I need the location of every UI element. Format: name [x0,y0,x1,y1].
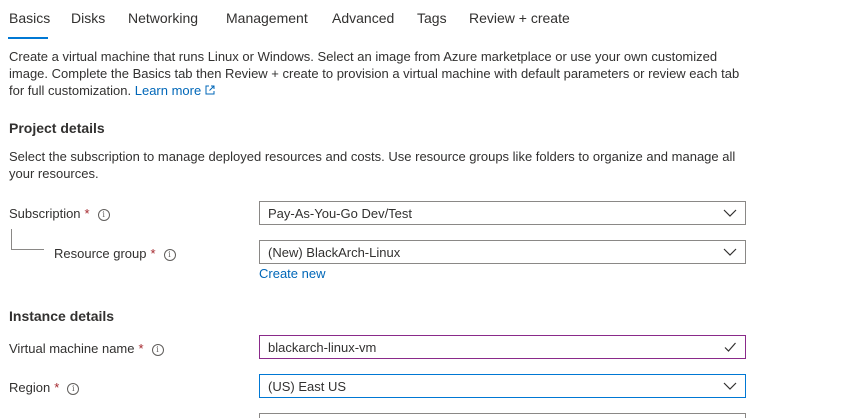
vm-name-value: blackarch-linux-vm [268,340,377,355]
project-details-title: Project details [9,120,105,136]
tab-management[interactable]: Management [226,10,308,26]
region-dropdown[interactable]: (US) East US [259,374,746,398]
chevron-down-icon [723,209,737,217]
resource-group-value: (New) BlackArch-Linux [268,245,401,260]
project-details-description: Select the subscription to manage deploy… [9,149,736,181]
tab-basics[interactable]: Basics [9,10,50,26]
resource-group-label: Resource group * i [54,246,176,261]
subscription-dropdown[interactable]: Pay-As-You-Go Dev/Test [259,201,746,225]
required-asterisk: * [138,341,144,356]
learn-more-link[interactable]: Learn more [135,83,215,98]
required-asterisk: * [54,380,60,395]
intro-text: Create a virtual machine that runs Linux… [9,49,740,98]
tab-disks[interactable]: Disks [71,10,105,26]
tab-advanced[interactable]: Advanced [332,10,394,26]
tab-tags[interactable]: Tags [417,10,447,26]
tree-connector-horizontal [11,249,44,250]
info-icon[interactable]: i [151,344,164,356]
tab-review-create[interactable]: Review + create [469,10,570,26]
next-field-partial[interactable] [259,413,746,418]
info-icon[interactable]: i [163,249,176,261]
active-tab-indicator [8,37,48,39]
required-asterisk: * [150,246,156,261]
intro-paragraph: Create a virtual machine that runs Linux… [9,48,749,99]
resource-group-dropdown[interactable]: (New) BlackArch-Linux [259,240,746,264]
subscription-label: Subscription * i [9,206,110,221]
vm-name-label: Virtual machine name * i [9,341,164,356]
region-label: Region * i [9,380,80,395]
tab-networking[interactable]: Networking [128,10,198,26]
subscription-value: Pay-As-You-Go Dev/Test [268,206,413,221]
required-asterisk: * [84,206,90,221]
tab-bar: Basics Disks Networking Management Advan… [0,0,849,40]
info-icon[interactable]: i [67,383,80,395]
create-new-link[interactable]: Create new [259,266,325,281]
external-link-icon [205,85,215,95]
chevron-down-icon [723,248,737,256]
checkmark-icon [724,342,736,352]
chevron-down-icon [723,382,737,390]
vm-name-input[interactable]: blackarch-linux-vm [259,335,746,359]
tree-connector-vertical [11,229,12,249]
region-value: (US) East US [268,379,347,394]
instance-details-title: Instance details [9,308,115,324]
info-icon[interactable]: i [97,209,110,221]
